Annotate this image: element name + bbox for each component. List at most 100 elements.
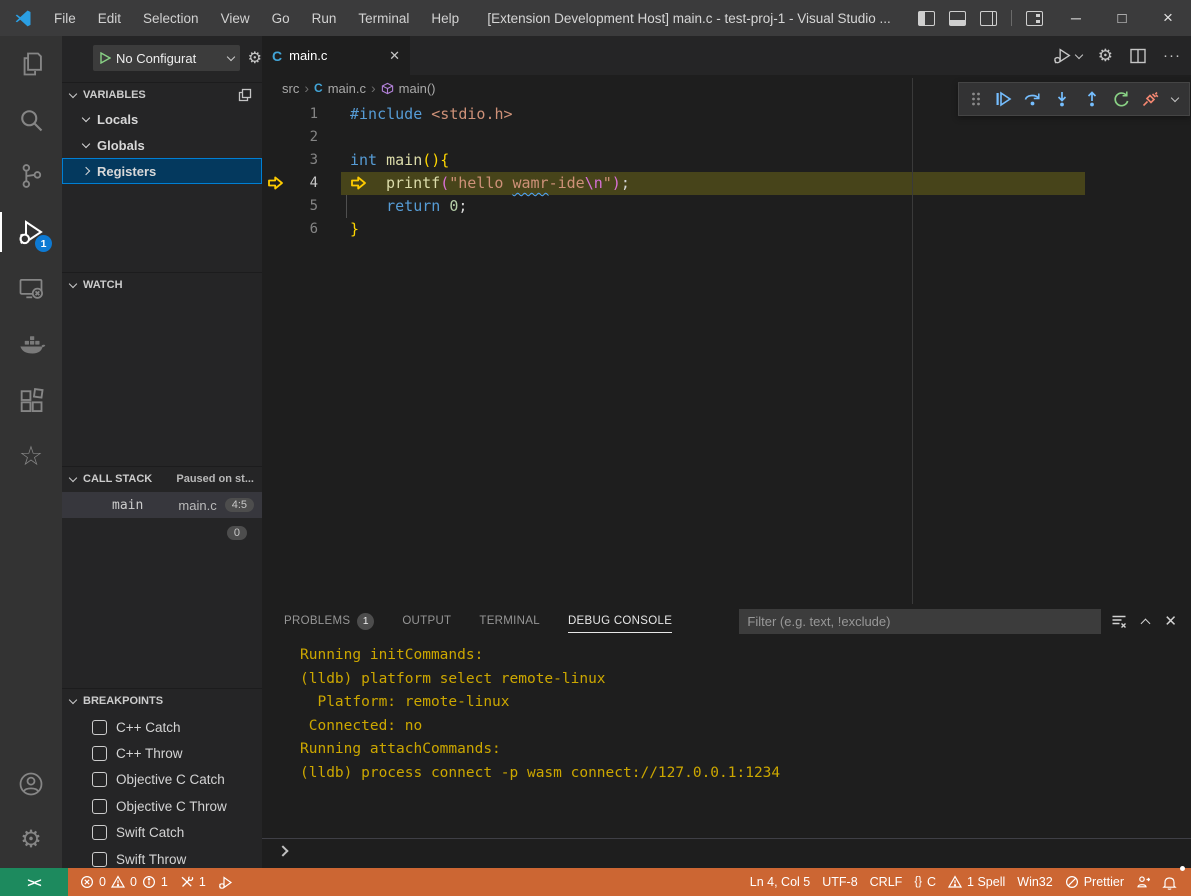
panel-tab-problems[interactable]: PROBLEMS1 (270, 604, 388, 638)
encoding[interactable]: UTF-8 (816, 868, 863, 896)
spell-checker-status[interactable]: 1 Spell (942, 868, 1011, 896)
menu-view[interactable]: View (210, 11, 261, 26)
toggle-sidebar-icon[interactable] (918, 11, 935, 26)
close-tab-icon[interactable]: ✕ (389, 48, 400, 64)
remote-indicator[interactable]: >< (0, 868, 68, 896)
breakpoint-checkbox[interactable] (92, 825, 107, 840)
toolchain-status[interactable]: 1 (174, 868, 212, 896)
maximize-panel-icon[interactable] (1141, 618, 1151, 628)
clear-console-icon[interactable] (1111, 613, 1127, 629)
tab-main-c[interactable]: C main.c ✕ (262, 36, 410, 75)
minimize-button[interactable]: ─ (1053, 0, 1099, 36)
call-stack-thread-row[interactable]: 0 (62, 520, 262, 546)
launch-config-gear-icon[interactable]: ⚙ (248, 48, 262, 68)
variables-item-locals[interactable]: Locals (62, 106, 262, 132)
breakpoint-row[interactable]: C++ Catch (62, 714, 262, 740)
step-out-button[interactable] (1083, 90, 1101, 108)
variables-item-label: Globals (97, 138, 145, 153)
copy-icon[interactable] (238, 88, 262, 102)
debug-config-dropdown[interactable]: No Configurat (93, 45, 240, 71)
more-actions-icon[interactable]: ··· (1163, 47, 1181, 64)
breakpoint-row[interactable]: Objective C Catch (62, 767, 262, 793)
toggle-secondary-sidebar-icon[interactable] (980, 11, 997, 26)
console-filter-input[interactable] (739, 609, 1101, 634)
feedback-button[interactable] (1130, 868, 1156, 896)
titlebar-separator (1011, 10, 1012, 26)
sidebar-item-run-debug[interactable]: 1 (0, 204, 62, 260)
call-stack-section-header[interactable]: CALL STACK Paused on st... (62, 466, 262, 490)
settings-button[interactable]: ⚙ (0, 812, 62, 868)
menu-run[interactable]: Run (301, 11, 348, 26)
sidebar-item-docker[interactable] (0, 316, 62, 372)
eol-sequence[interactable]: CRLF (864, 868, 909, 896)
close-panel-icon[interactable]: ✕ (1164, 612, 1177, 630)
maximize-button[interactable]: □ (1099, 0, 1145, 36)
toolbar-drag-handle[interactable] (970, 91, 982, 107)
breadcrumb-file[interactable]: main.c (328, 81, 366, 96)
watch-section-header[interactable]: WATCH (62, 272, 262, 296)
breakpoint-row[interactable]: C++ Throw (62, 740, 262, 766)
menu-selection[interactable]: Selection (132, 11, 210, 26)
debug-status[interactable] (212, 868, 239, 896)
close-button[interactable]: × (1145, 0, 1191, 36)
restart-button[interactable] (1112, 90, 1130, 108)
breadcrumb-symbol[interactable]: main() (399, 81, 436, 96)
call-stack-frame-row[interactable]: main main.c 4:5 (62, 492, 262, 518)
problems-status[interactable]: 0 0 1 (74, 868, 174, 896)
panel-tab-output[interactable]: OUTPUT (388, 604, 465, 638)
sidebar-item-wamr[interactable]: ☆ (0, 428, 62, 484)
sidebar-item-extensions[interactable] (0, 372, 62, 428)
warning-icon (111, 875, 125, 889)
debug-console-output[interactable]: Running initCommands:(lldb) platform sel… (300, 644, 1181, 818)
language-mode[interactable]: {} C (908, 868, 942, 896)
variables-item-registers[interactable]: Registers (62, 158, 262, 184)
split-editor-icon[interactable] (1129, 47, 1147, 65)
breakpoint-checkbox[interactable] (92, 772, 107, 787)
statusbar-right: Ln 4, Col 5 UTF-8 CRLF {} C 1 Spell Win3… (744, 868, 1183, 896)
debug-toolbar-chevron-icon[interactable] (1170, 94, 1178, 102)
formatter-status[interactable]: Prettier (1059, 868, 1130, 896)
code-token: <stdio.h> (431, 105, 512, 123)
platform-status[interactable]: Win32 (1011, 868, 1058, 896)
breakpoint-checkbox[interactable] (92, 799, 107, 814)
panel-tab-debug-console[interactable]: DEBUG CONSOLE (554, 604, 686, 638)
menu-file[interactable]: File (43, 11, 87, 26)
cursor-position[interactable]: Ln 4, Col 5 (744, 868, 816, 896)
panel-tab-terminal[interactable]: TERMINAL (465, 604, 554, 638)
sidebar-item-explorer[interactable] (0, 36, 62, 92)
step-into-button[interactable] (1053, 90, 1071, 108)
sidebar-item-remote-explorer[interactable] (0, 260, 62, 316)
toggle-panel-icon[interactable] (949, 11, 966, 26)
sidebar-item-source-control[interactable] (0, 148, 62, 204)
breakpoint-checkbox[interactable] (92, 852, 107, 867)
variables-section-header[interactable]: VARIABLES (62, 82, 262, 106)
menu-help[interactable]: Help (420, 11, 470, 26)
breakpoint-row[interactable]: Swift Throw (62, 846, 262, 868)
menu-edit[interactable]: Edit (87, 11, 132, 26)
layout-controls (918, 10, 1043, 26)
run-or-debug-button[interactable] (1051, 45, 1082, 67)
chevron-right-icon (82, 167, 90, 175)
disconnect-button[interactable] (1141, 90, 1160, 108)
editor-scrollbar[interactable] (912, 78, 913, 630)
breakpoint-row[interactable]: Swift Catch (62, 820, 262, 846)
editor-gear-icon[interactable]: ⚙ (1098, 46, 1113, 66)
code-token: \n (585, 174, 603, 192)
breakpoint-checkbox[interactable] (92, 746, 107, 761)
line-number[interactable]: 2 (262, 126, 318, 149)
breakpoints-section-header[interactable]: BREAKPOINTS (62, 688, 262, 712)
variables-item-globals[interactable]: Globals (62, 132, 262, 158)
menu-go[interactable]: Go (261, 11, 301, 26)
account-button[interactable] (0, 756, 62, 812)
code-area[interactable]: 1#include <stdio.h>23int main(){4printf(… (262, 103, 1191, 604)
step-over-button[interactable] (1023, 90, 1042, 108)
breakpoint-checkbox[interactable] (92, 720, 107, 735)
menu-terminal[interactable]: Terminal (347, 11, 420, 26)
breadcrumb-folder[interactable]: src (282, 81, 299, 96)
debug-console-input[interactable] (262, 838, 1191, 862)
notifications-button[interactable] (1156, 868, 1183, 896)
sidebar-item-search[interactable] (0, 92, 62, 148)
customize-layout-icon[interactable] (1026, 11, 1043, 26)
breakpoint-row[interactable]: Objective C Throw (62, 793, 262, 819)
continue-button[interactable] (994, 90, 1012, 108)
